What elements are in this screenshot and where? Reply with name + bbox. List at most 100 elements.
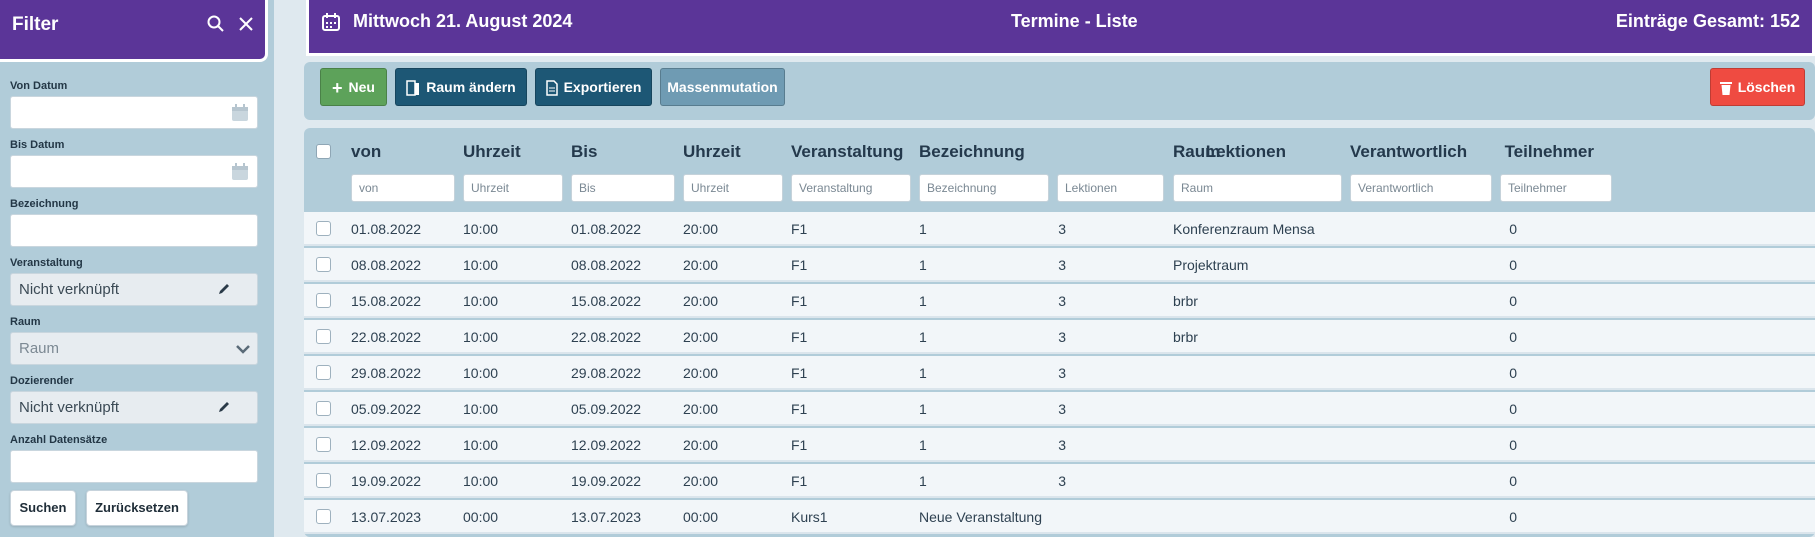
row-checkbox[interactable] (316, 401, 331, 416)
col-header-von[interactable]: von (351, 142, 381, 162)
search-icon[interactable] (206, 14, 226, 34)
table-row[interactable]: 29.08.2022 10:00 29.08.2022 20:00 F1 1 3 0 (304, 356, 1815, 390)
change-room-button[interactable]: Raum ändern (395, 68, 527, 106)
row-checkbox[interactable] (316, 293, 331, 308)
select-all-checkbox[interactable] (316, 144, 331, 159)
bezeichnung-input[interactable] (10, 214, 258, 247)
cell-uhrzeit-end: 20:00 (683, 221, 719, 237)
row-checkbox[interactable] (316, 329, 331, 344)
export-button[interactable]: Exportieren (535, 68, 652, 106)
col-header-uhrzeit-end[interactable]: Uhrzeit (683, 142, 741, 162)
table-row[interactable]: 15.08.2022 10:00 15.08.2022 20:00 F1 1 3 brbr 0 (304, 284, 1815, 318)
calendar-icon[interactable] (230, 162, 250, 182)
delete-button[interactable]: Löschen (1710, 68, 1805, 106)
cell-uhrzeit-start: 10:00 (463, 329, 499, 345)
filter-bezeichnung-input[interactable]: Bezeichnung (919, 174, 1049, 202)
row-checkbox[interactable] (316, 221, 331, 236)
close-icon[interactable] (236, 14, 256, 34)
col-header-uhrzeit-start[interactable]: Uhrzeit (463, 142, 521, 162)
anzahl-input[interactable] (10, 450, 258, 483)
mass-mutation-button[interactable]: Massenmutation (660, 68, 785, 106)
cell-teilnehmer: 0 (1509, 401, 1517, 417)
filter-uhrzeit-start-input[interactable]: Uhrzeit (463, 174, 563, 202)
cell-uhrzeit-end: 20:00 (683, 365, 719, 381)
cell-bis: 01.08.2022 (571, 221, 642, 237)
col-header-verantwortlich[interactable]: Verantwortlich (1350, 142, 1467, 162)
row-checkbox[interactable] (316, 365, 331, 380)
raum-select[interactable]: Raum (10, 332, 258, 365)
total-count: Einträge Gesamt: 152 (1615, 11, 1800, 31)
col-header-raum[interactable]: Raum (1173, 142, 1220, 162)
cell-von: 29.08.2022 (351, 365, 422, 381)
raum-label: Raum (10, 316, 41, 328)
filter-lektionen-input[interactable]: Lektionen (1057, 174, 1164, 202)
table-header: von Uhrzeit Bis Uhrzeit Veranstaltung Be… (304, 128, 1815, 172)
cell-veranstaltung: F1 (791, 437, 808, 453)
col-header-bezeichnung[interactable]: Bezeichnung (919, 142, 1025, 162)
table-row[interactable]: 12.09.2022 10:00 12.09.2022 20:00 F1 1 3 0 (304, 428, 1815, 462)
filter-von-input[interactable]: von (351, 174, 455, 202)
table-row[interactable]: 08.08.2022 10:00 08.08.2022 20:00 F1 1 3 Projek… (304, 248, 1815, 282)
filter-header: Filter (0, 0, 268, 62)
cell-raum: Projektraum (1173, 257, 1249, 273)
col-header-teilnehmer[interactable]: Teilnehmer (1470, 142, 1594, 162)
pencil-icon[interactable] (217, 282, 231, 296)
cell-bis: 15.08.2022 (571, 293, 642, 309)
cell-bis: 08.08.2022 (571, 257, 642, 273)
cell-bezeichnung: 1 (919, 437, 927, 453)
reset-button[interactable]: Zurücksetzen (86, 490, 188, 526)
veranstaltung-field[interactable]: Nicht verknüpft (10, 273, 258, 306)
cell-teilnehmer: 0 (1509, 329, 1517, 345)
cell-von: 22.08.2022 (351, 329, 422, 345)
col-header-veranstaltung[interactable]: Veranstaltung (791, 142, 903, 162)
cell-teilnehmer: 0 (1509, 473, 1517, 489)
row-checkbox[interactable] (316, 437, 331, 452)
cell-uhrzeit-end: 20:00 (683, 257, 719, 273)
filter-uhrzeit-end-input[interactable]: Uhrzeit (683, 174, 783, 202)
cell-raum: Konferenzraum Mensa (1173, 221, 1315, 237)
cell-von: 12.09.2022 (351, 437, 422, 453)
file-export-icon (545, 80, 558, 97)
cell-lektionen: 3 (1058, 257, 1066, 273)
filter-veranstaltung-input[interactable]: Veranstaltung (791, 174, 911, 202)
cell-von: 01.08.2022 (351, 221, 422, 237)
pencil-icon[interactable] (217, 400, 231, 414)
cell-lektionen: 3 (1058, 437, 1066, 453)
plus-icon: + (332, 78, 343, 99)
cell-uhrzeit-start: 00:00 (463, 509, 499, 525)
calendar-icon (322, 13, 340, 31)
search-button[interactable]: Suchen (10, 490, 76, 526)
cell-veranstaltung: F1 (791, 329, 808, 345)
cell-teilnehmer: 0 (1509, 437, 1517, 453)
table-row[interactable]: 22.08.2022 10:00 22.08.2022 20:00 F1 1 3 brbr 0 (304, 320, 1815, 354)
von-datum-input[interactable] (10, 96, 258, 129)
col-header-bis[interactable]: Bis (571, 142, 597, 162)
filter-verantwortlich-input[interactable]: Verantwortlich (1350, 174, 1492, 202)
dozierender-value: Nicht verknüpft (19, 399, 120, 416)
cell-teilnehmer: 0 (1509, 365, 1517, 381)
table-row[interactable]: 01.08.2022 10:00 01.08.2022 20:00 F1 1 3 Konfer… (304, 212, 1815, 246)
cell-raum: brbr (1173, 329, 1198, 345)
filter-bis-input[interactable]: Bis (571, 174, 675, 202)
row-checkbox[interactable] (316, 509, 331, 524)
filter-teilnehmer-input[interactable]: Teilnehmer (1500, 174, 1612, 202)
cell-uhrzeit-start: 10:00 (463, 365, 499, 381)
cell-uhrzeit-start: 10:00 (463, 293, 499, 309)
cell-veranstaltung: Kurs1 (791, 509, 828, 525)
row-checkbox[interactable] (316, 257, 331, 272)
cell-bezeichnung: 1 (919, 401, 927, 417)
filter-sidebar: Filter Von Datum Bis Datum Bezeichnung V… (0, 0, 274, 537)
filter-raum-input[interactable]: Raum (1173, 174, 1342, 202)
dozierender-field[interactable]: Nicht verknüpft (10, 391, 258, 424)
row-checkbox[interactable] (316, 473, 331, 488)
bezeichnung-label: Bezeichnung (10, 198, 79, 210)
calendar-icon[interactable] (230, 103, 250, 123)
cell-bezeichnung: 1 (919, 257, 927, 273)
table-row[interactable]: 13.07.2023 00:00 13.07.2023 00:00 Kurs1 Neue … (304, 500, 1815, 534)
bis-datum-input[interactable] (10, 155, 258, 188)
new-button[interactable]: + Neu (320, 68, 387, 106)
table-row[interactable]: 05.09.2022 10:00 05.09.2022 20:00 F1 1 3 0 (304, 392, 1815, 426)
cell-teilnehmer: 0 (1509, 509, 1517, 525)
anzahl-label: Anzahl Datensätze (10, 434, 108, 446)
table-row[interactable]: 19.09.2022 10:00 19.09.2022 20:00 F1 1 3 0 (304, 464, 1815, 498)
